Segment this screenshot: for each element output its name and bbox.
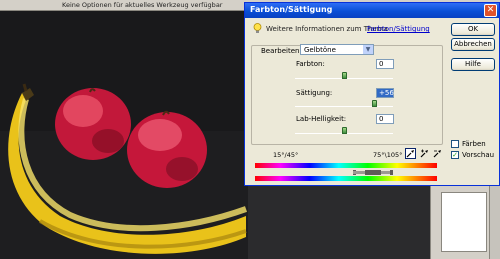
lightness-label: Lab-Helligkeit:	[296, 115, 347, 123]
close-icon: ✕	[486, 5, 495, 15]
color-spectrum-bar-output	[255, 176, 437, 181]
edit-label: Bearbeiten:	[261, 47, 302, 55]
range-center[interactable]	[365, 170, 381, 175]
preview-checkbox[interactable]: ✓	[451, 151, 459, 159]
saturation-input[interactable]: +56	[376, 88, 394, 98]
lightness-slider-thumb[interactable]	[342, 127, 347, 134]
photo-fruit-image	[0, 11, 248, 259]
options-bar-hint: Keine Optionen für aktuelles Werkzeug ve…	[62, 1, 223, 9]
color-spectrum-bar-input	[255, 163, 437, 168]
close-button[interactable]: ✕	[484, 4, 497, 17]
colorize-label: Färben	[462, 140, 486, 148]
hue-saturation-dialog: Farbton/Sättigung ✕ Weitere Informatione…	[244, 2, 500, 186]
colorize-checkbox[interactable]	[451, 140, 459, 148]
ok-button[interactable]: OK	[451, 23, 495, 36]
dialog-title: Farbton/Sättigung	[250, 5, 333, 14]
preview-label: Vorschau	[462, 151, 495, 159]
range-handle-right[interactable]	[390, 170, 393, 175]
vertical-scrollbar[interactable]	[489, 186, 500, 259]
saturation-slider-track[interactable]	[295, 106, 393, 107]
saturation-slider-thumb[interactable]	[372, 100, 377, 107]
cancel-button[interactable]: Abbrechen	[451, 38, 495, 51]
chevron-down-icon: ▼	[363, 45, 373, 54]
range-left-value: 15°/45°	[273, 151, 299, 159]
photo-canvas[interactable]	[0, 11, 248, 259]
saturation-label: Sättigung:	[296, 89, 333, 97]
eyedropper-icon[interactable]	[405, 148, 416, 159]
hue-input[interactable]: 0	[376, 59, 394, 69]
side-panel-content	[441, 192, 487, 252]
lightness-input[interactable]: 0	[376, 114, 394, 124]
info-link[interactable]: Farbton/Sättigung	[367, 25, 430, 33]
help-button[interactable]: Hilfe	[451, 58, 495, 71]
bulb-icon	[253, 23, 262, 33]
dialog-titlebar[interactable]: Farbton/Sättigung ✕	[245, 3, 499, 18]
edit-range-select[interactable]: Gelbtöne ▼	[300, 44, 374, 55]
eyedropper-plus-icon[interactable]	[419, 148, 430, 159]
hue-label: Farbton:	[296, 60, 325, 68]
adjustment-group	[251, 45, 443, 145]
edit-range-value: Gelbtöne	[304, 46, 336, 54]
eyedropper-minus-icon[interactable]	[432, 148, 443, 159]
color-range-slider[interactable]	[343, 170, 403, 175]
range-right-value: 75°\105°	[373, 151, 403, 159]
hue-slider-thumb[interactable]	[342, 72, 347, 79]
